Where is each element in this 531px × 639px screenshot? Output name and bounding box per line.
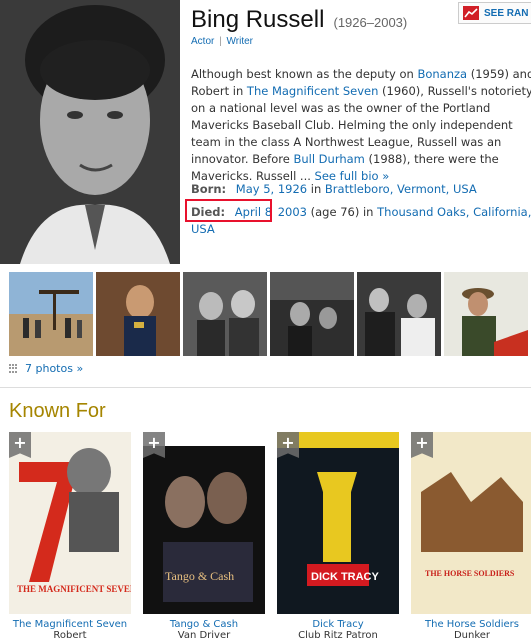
person-name: Bing Russell — [191, 6, 325, 33]
born-row: Born: May 5, 1926 in Brattleboro, Vermon… — [191, 181, 531, 198]
movie-title-link[interactable]: The Magnificent Seven — [9, 619, 131, 630]
bio-link-bull-durham[interactable]: Bull Durham — [293, 152, 364, 166]
poster-text: DICK TRACY — [311, 571, 379, 583]
movie-poster[interactable]: DICK TRACY + — [277, 432, 399, 614]
died-year-link[interactable]: 2003 — [278, 205, 307, 219]
born-in: in — [307, 182, 325, 196]
grid-icon — [9, 363, 19, 374]
profile-photo[interactable] — [0, 0, 180, 264]
name-heading: Bing Russell (1926–2003) — [191, 6, 407, 34]
poster-text: THE HORSE SOLDIERS — [425, 569, 515, 578]
bio-link-bonanza[interactable]: Bonanza — [417, 67, 467, 81]
photo-thumbnail[interactable] — [270, 272, 354, 356]
role-link-actor[interactable]: Actor — [191, 36, 214, 47]
character-name: Dunker — [453, 630, 491, 639]
see-rank-label: SEE RAN — [484, 7, 529, 19]
role-separator: | — [219, 36, 222, 47]
photo-thumbnail[interactable] — [183, 272, 267, 356]
character-name: Robert — [53, 630, 87, 639]
photos-link[interactable]: 7 photos » — [9, 362, 83, 375]
photo-strip — [9, 272, 528, 356]
known-for-card: DICK TRACY + Dick Tracy Club Ritz Patron — [277, 432, 399, 639]
photo-thumbnail[interactable] — [357, 272, 441, 356]
died-age: (age 76) in — [306, 205, 378, 219]
movie-poster[interactable]: THE MAGNIFICENT SEVEN + — [9, 432, 131, 614]
movie-title-link[interactable]: Dick Tracy — [277, 619, 399, 630]
movie-title-link[interactable]: The Horse Soldiers — [411, 619, 531, 630]
portrait-image — [0, 0, 180, 264]
bio-part: Although best known as the deputy on — [191, 67, 418, 81]
known-for-heading: Known For — [9, 400, 106, 422]
section-divider — [0, 387, 531, 388]
known-for-card: Tango & Cash + Tango & Cash Van Driver — [143, 432, 265, 639]
born-date-link[interactable]: May 5, 1926 — [236, 182, 307, 196]
poster-text: Tango & Cash — [165, 569, 234, 583]
known-for-card: THE MAGNIFICENT SEVEN + The Magnificent … — [9, 432, 131, 639]
known-for-card: THE HORSE SOLDIERS + The Horse Soldiers … — [411, 432, 531, 639]
movie-poster[interactable]: Tango & Cash + — [143, 432, 265, 614]
trend-chart-icon — [463, 6, 479, 20]
born-place-link[interactable]: Brattleboro, Vermont, USA — [325, 182, 477, 196]
role-link-writer[interactable]: Writer — [227, 36, 253, 47]
photo-thumbnail[interactable] — [9, 272, 93, 356]
bio-link-magnificent-seven[interactable]: The Magnificent Seven — [247, 84, 378, 98]
photos-link-label: 7 photos » — [25, 362, 84, 375]
born-label: Born: — [191, 182, 227, 196]
character-name: Van Driver — [177, 630, 231, 639]
see-rank-button[interactable]: SEE RAN — [458, 2, 531, 24]
photo-thumbnail[interactable] — [444, 272, 528, 356]
person-years: (1926–2003) — [333, 15, 408, 30]
poster-text: THE MAGNIFICENT SEVEN — [17, 584, 131, 594]
movie-poster[interactable]: THE HORSE SOLDIERS + — [411, 432, 531, 614]
known-for-list: THE MAGNIFICENT SEVEN + The Magnificent … — [9, 432, 531, 639]
movie-title-link[interactable]: Tango & Cash — [143, 619, 265, 630]
highlight-box — [185, 199, 272, 222]
roles-list: Actor | Writer — [191, 36, 253, 47]
photo-thumbnail[interactable] — [96, 272, 180, 356]
character-name: Club Ritz Patron — [298, 630, 378, 639]
bio-text: Although best known as the deputy on Bon… — [191, 66, 531, 185]
